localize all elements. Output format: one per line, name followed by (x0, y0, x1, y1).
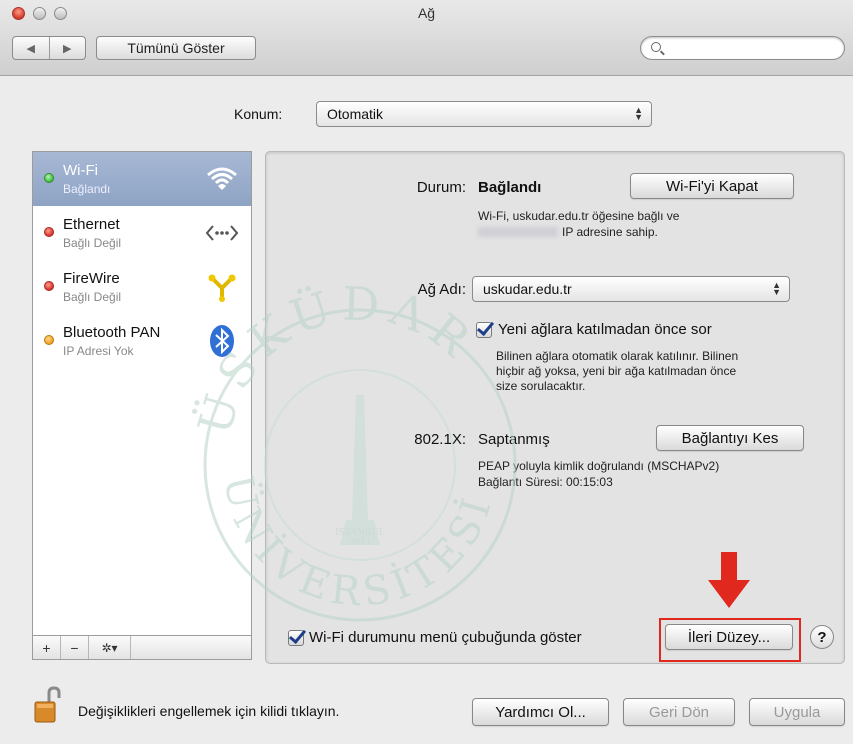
service-status: Bağlı Değil (63, 236, 122, 250)
lock-icon[interactable] (34, 686, 64, 724)
add-service-button[interactable]: + (33, 636, 61, 659)
back-button[interactable]: ◀ (13, 37, 50, 59)
network-preferences-window: Ağ ◀ ▶ Tümünü Göster Konum: Otomatik ▲ ▼ … (0, 0, 853, 744)
status-description-line1: Wi-Fi, uskudar.edu.tr öğesine bağlı ve (478, 209, 680, 223)
service-name: Ethernet (63, 216, 120, 233)
window-title: Ağ (417, 5, 436, 21)
gear-icon[interactable]: ✲▾ (89, 636, 131, 659)
status-dot (44, 173, 54, 183)
status-label: Durum: (416, 179, 466, 196)
window-toolbar: Ağ ◀ ▶ Tümünü Göster (0, 0, 853, 76)
service-item-bluetooth-pan[interactable]: Bluetooth PAN IP Adresi Yok (33, 314, 251, 368)
forward-button[interactable]: ▶ (50, 37, 86, 59)
help-button[interactable]: ? (810, 625, 834, 649)
service-status: Bağlandı (63, 182, 111, 196)
highlight-box (659, 618, 801, 662)
dot1x-description-line1: PEAP yoluyla kimlik doğrulandı (MSCHAPv2… (478, 459, 720, 473)
redacted-ip (478, 227, 558, 237)
ask-join-description-line1: Bilinen ağlara otomatik olarak katılınır… (496, 349, 739, 363)
ethernet-icon (205, 216, 239, 250)
show-in-menubar-label: Wi-Fi durumunu menü çubuğunda göster (309, 629, 582, 646)
wifi-icon (205, 162, 239, 196)
service-item-wifi[interactable]: Wi-Fi Bağlandı (33, 152, 251, 206)
popup-arrows-icon: ▲ ▼ (634, 105, 643, 122)
search-icon (651, 42, 661, 52)
network-name-value: uskudar.edu.tr (483, 281, 572, 297)
dot1x-value: Saptanmış (478, 431, 550, 448)
network-name-label: Ağ Adı: (417, 281, 466, 298)
ask-join-label: Yeni ağlara katılmadan önce sor (498, 321, 712, 338)
network-name-popup[interactable]: uskudar.edu.tr ▲ ▼ (472, 276, 790, 302)
service-item-ethernet[interactable]: Ethernet Bağlı Değil (33, 206, 251, 260)
ask-join-description-line2: hiçbir ağ yoksa, yeni bir ağa katılmadan… (496, 364, 737, 378)
service-status: IP Adresi Yok (63, 344, 134, 358)
service-list-toolbar: + − ✲▾ (32, 636, 252, 660)
service-item-firewire[interactable]: FireWire Bağlı Değil (33, 260, 251, 314)
red-arrow-down-icon (708, 552, 750, 608)
show-all-button[interactable]: Tümünü Göster (96, 36, 256, 60)
status-dot (44, 335, 54, 345)
service-list: Wi-Fi Bağlandı Ethernet Bağlı Değil Fire… (32, 151, 252, 636)
popup-arrows-icon: ▲ ▼ (772, 280, 781, 297)
location-popup[interactable]: Otomatik ▲ ▼ (316, 101, 652, 127)
service-status: Bağlı Değil (63, 290, 122, 304)
lock-hint-text: Değişiklikleri engellemek için kilidi tı… (78, 703, 340, 719)
service-detail-panel: Durum: Bağlandı Wi-Fi'yi Kapat Wi-Fi, us… (265, 151, 845, 664)
dot1x-label: 802.1X: (414, 431, 466, 448)
search-field[interactable] (640, 36, 845, 60)
ask-join-description-line3: size sorulacaktır. (496, 379, 586, 393)
disconnect-button[interactable]: Bağlantıyı Kes (656, 425, 804, 451)
wifi-off-button[interactable]: Wi-Fi'yi Kapat (630, 173, 794, 199)
status-value: Bağlandı (478, 179, 542, 196)
firewire-icon (205, 270, 239, 304)
remove-service-button[interactable]: − (61, 636, 89, 659)
location-value: Otomatik (327, 106, 384, 122)
back-forward-control: ◀ ▶ (12, 36, 86, 60)
service-name: FireWire (63, 270, 120, 287)
status-dot (44, 227, 54, 237)
service-name: Bluetooth PAN (63, 324, 161, 341)
assist-me-button[interactable]: Yardımcı Ol... (472, 698, 609, 726)
revert-button[interactable]: Geri Dön (623, 698, 735, 726)
apply-button[interactable]: Uygula (749, 698, 845, 726)
show-in-menubar-checkbox[interactable] (288, 630, 304, 646)
status-dot (44, 281, 54, 291)
ask-join-checkbox[interactable] (476, 322, 492, 338)
status-description-line2: IP adresine sahip. (562, 225, 658, 239)
location-label: Konum: (234, 106, 283, 122)
bluetooth-icon (205, 324, 239, 358)
service-name: Wi-Fi (63, 162, 98, 179)
dot1x-description-line2: Bağlantı Süresi: 00:15:03 (478, 475, 613, 489)
